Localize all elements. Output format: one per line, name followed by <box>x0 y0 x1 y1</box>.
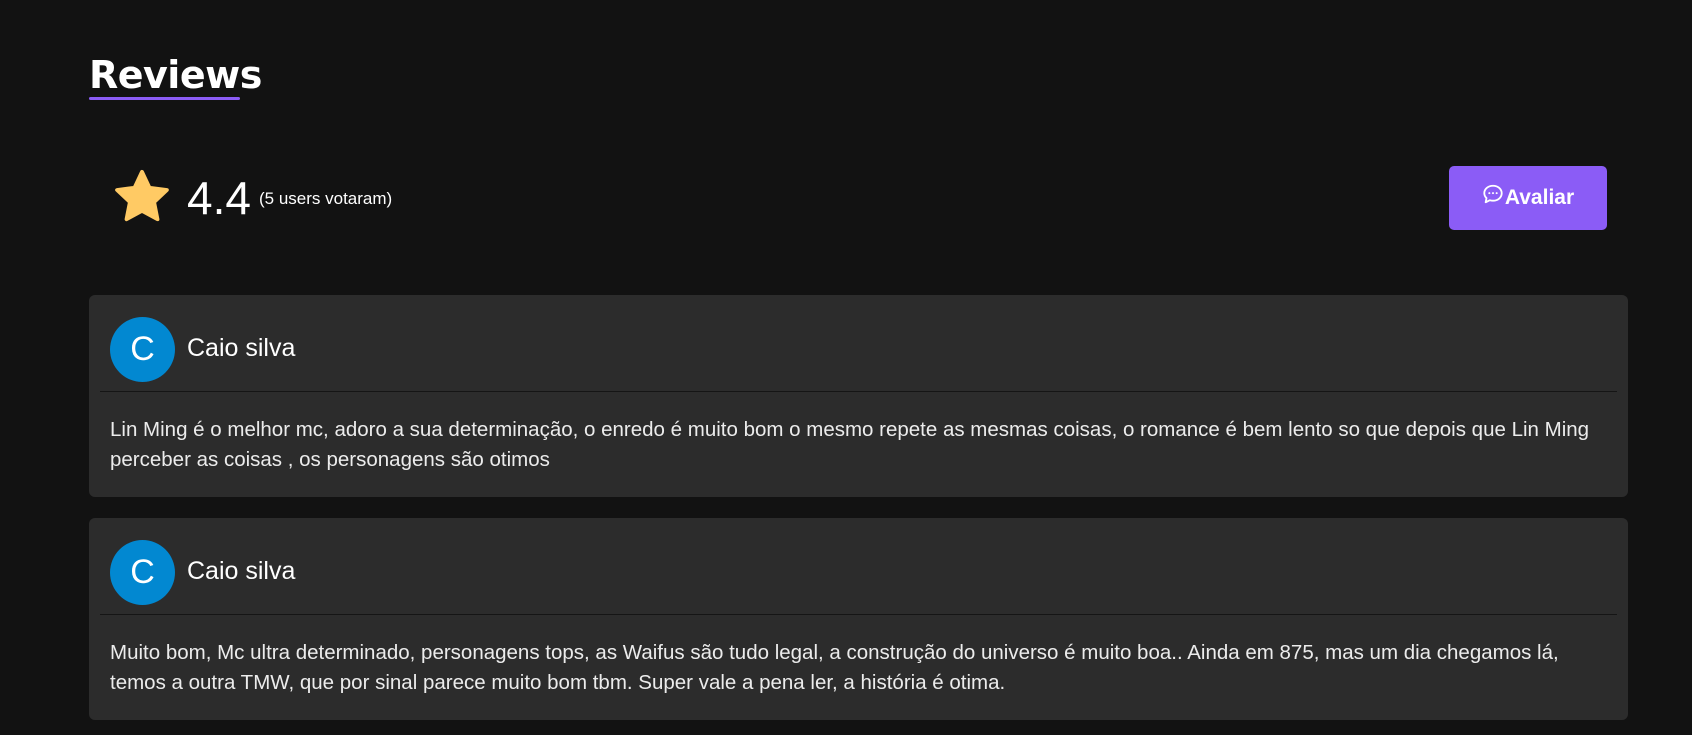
card-divider <box>100 614 1617 615</box>
rating-summary: 4.4 (5 users votaram) <box>112 166 1608 226</box>
reviewer-name[interactable]: Caio silva <box>187 556 295 586</box>
rating-count: (5 users votaram) <box>259 189 393 208</box>
avatar[interactable]: C <box>110 540 175 605</box>
review-card: C Caio silva Muito bom, Mc ultra determi… <box>89 518 1628 720</box>
rate-button-label: Avaliar <box>1504 186 1575 209</box>
reviewer-name[interactable]: Caio silva <box>187 333 295 363</box>
reviews-page: Reviews 4.4 (5 users votaram) Avaliar C … <box>0 0 1692 735</box>
section-title: Reviews <box>89 53 262 97</box>
chat-bubble-icon <box>1483 184 1503 204</box>
review-header: C Caio silva <box>89 518 1628 614</box>
star-icon <box>115 169 169 222</box>
review-text: Lin Ming é o melhor mc, adoro a sua dete… <box>110 418 1590 471</box>
card-divider <box>100 391 1617 392</box>
avatar[interactable]: C <box>110 317 175 382</box>
review-header: C Caio silva <box>89 295 1628 391</box>
title-underline <box>89 97 240 100</box>
rating-value: 4.4 <box>187 172 251 224</box>
review-card: C Caio silva Lin Ming é o melhor mc, ado… <box>89 295 1628 497</box>
rate-button[interactable]: Avaliar <box>1449 166 1607 230</box>
review-text: Muito bom, Mc ultra determinado, persona… <box>110 641 1559 694</box>
